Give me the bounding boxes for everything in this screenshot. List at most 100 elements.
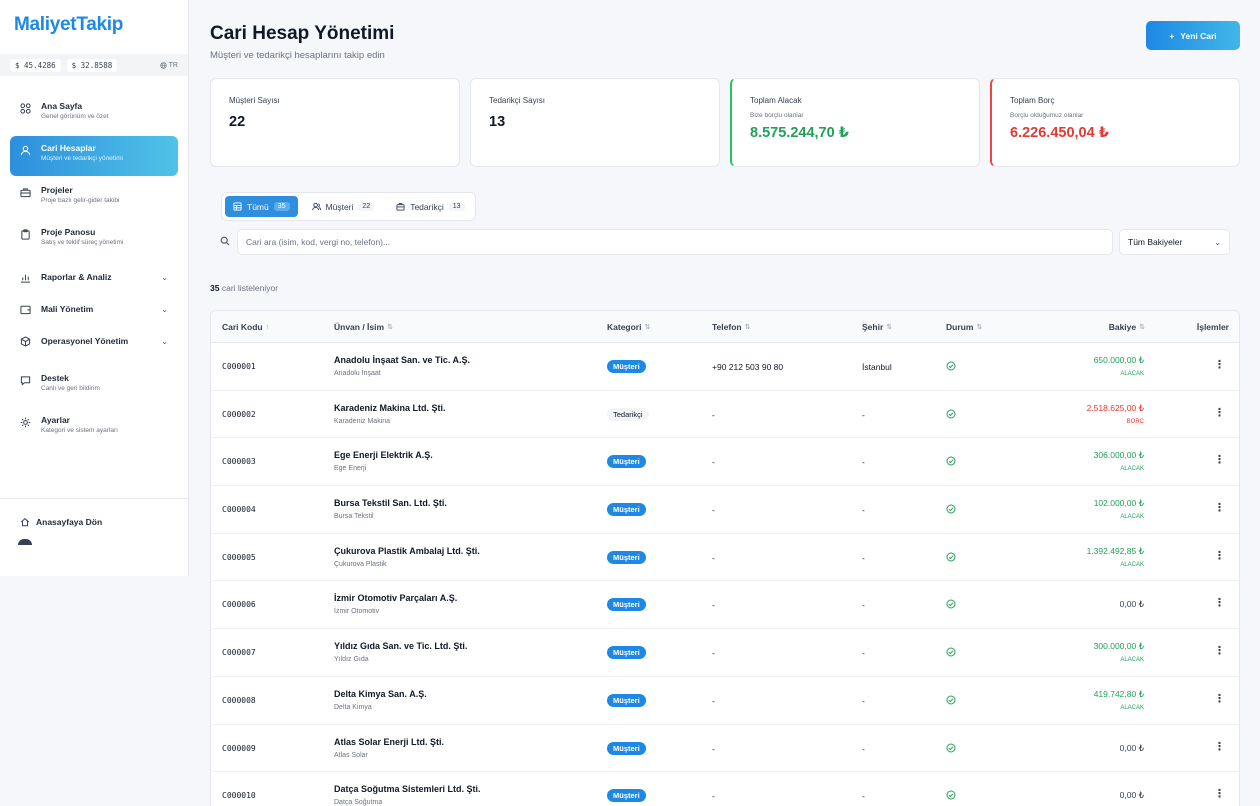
sidebar-item-settings[interactable]: Ayarlar Kategori ve sistem ayarları: [10, 408, 178, 448]
tab-label: Müşteri: [325, 201, 354, 212]
sidebar-item-label: Cari Hesaplar: [41, 143, 96, 153]
more-actions-icon[interactable]: ⋮: [1214, 644, 1225, 657]
balance-filter-select[interactable]: Tüm Bakiyeler ⌄: [1119, 229, 1230, 255]
table-icon: [233, 202, 242, 211]
column-header-city[interactable]: Şehir ⇅: [862, 322, 892, 332]
account-code: C000002: [222, 409, 256, 419]
new-account-button[interactable]: + Yeni Cari: [1146, 21, 1240, 50]
table-row[interactable]: C000002 Karadeniz Makina Ltd. Şti. Karaden…: [211, 391, 1239, 439]
balance-value: 102.000,00 ₺: [1093, 498, 1144, 509]
table-row[interactable]: C000007 Yıldız Gıda San. ve Tic. Ltd. Şti…: [211, 629, 1239, 677]
account-name[interactable]: Delta Kimya San. A.Ş.: [334, 689, 427, 699]
tab-all[interactable]: Tümü 35: [225, 196, 298, 217]
rate-usd: $ 45.4286: [10, 58, 61, 72]
column-header-balance[interactable]: Bakiye ⇅: [1109, 322, 1145, 332]
tab-label: Tümü: [247, 201, 269, 212]
table-row[interactable]: C000006 İzmir Otomotiv Parçaları A.Ş. İzmi…: [211, 581, 1239, 630]
table-row[interactable]: C000001 Anadolu İnşaat San. ve Tic. A.Ş. A…: [211, 343, 1239, 391]
account-short-name: İzmir Otomotiv: [334, 608, 380, 616]
column-header-status[interactable]: Durum ⇅: [946, 322, 982, 332]
back-home-link[interactable]: Anasayfaya Dön: [0, 498, 188, 545]
account-short-name: Datça Soğutma: [334, 799, 383, 806]
more-actions-icon[interactable]: ⋮: [1214, 596, 1225, 609]
tab-count: 22: [358, 202, 375, 211]
sidebar-group-finance[interactable]: Mali Yönetim ⌄: [10, 294, 178, 324]
account-name[interactable]: Yıldız Gıda San. ve Tic. Ltd. Şti.: [334, 641, 467, 651]
account-name[interactable]: Çukurova Plastik Ambalaj Ltd. Şti.: [334, 546, 480, 556]
phone-value: -: [712, 648, 715, 659]
account-name[interactable]: İzmir Otomotiv Parçaları A.Ş.: [334, 593, 457, 603]
balance-value: 300.000,00 ₺: [1093, 641, 1144, 652]
language-selector[interactable]: TR: [160, 62, 178, 69]
account-name[interactable]: Karadeniz Makina Ltd. Şti.: [334, 403, 446, 413]
account-name[interactable]: Bursa Tekstil San. Ltd. Şti.: [334, 498, 447, 508]
category-badge: Tedarikçi: [607, 407, 649, 421]
search-input[interactable]: [237, 229, 1113, 255]
table-row[interactable]: C000003 Ege Enerji Elektrik A.Ş. Ege Enerj…: [211, 438, 1239, 487]
phone-value: -: [712, 457, 715, 468]
tab-suppliers[interactable]: Tedarikçi 13: [388, 196, 472, 217]
balance-value: 650.000,00 ₺: [1093, 355, 1144, 365]
column-header-phone[interactable]: Telefon ⇅: [712, 322, 750, 332]
more-actions-icon[interactable]: ⋮: [1214, 453, 1225, 466]
account-short-name: Atlas Solar: [334, 751, 368, 759]
check-circle-icon: [946, 743, 956, 752]
table-row[interactable]: C000004 Bursa Tekstil San. Ltd. Şti. Bursa…: [211, 486, 1239, 534]
more-actions-icon[interactable]: ⋮: [1214, 501, 1225, 514]
app-logo[interactable]: MaliyetTakip: [14, 14, 123, 36]
table-row[interactable]: C000010 Datça Soğutma Sistemleri Ltd. Şti…: [211, 772, 1239, 806]
balance-value: 1.392.492,85 ₺: [1086, 545, 1144, 556]
sidebar-item-accounts[interactable]: Cari Hesaplar Müşteri ve tedarikçi yöneti…: [10, 136, 178, 176]
more-actions-icon[interactable]: ⋮: [1214, 692, 1225, 705]
more-actions-icon[interactable]: ⋮: [1214, 358, 1225, 371]
balance-value: 2.518.625,00 ₺: [1086, 402, 1144, 413]
sidebar-item-support[interactable]: Destek Canlı ve geri bildirim: [10, 366, 178, 406]
column-label: Telefon: [712, 322, 742, 332]
more-actions-icon[interactable]: ⋮: [1214, 549, 1225, 562]
account-name[interactable]: Ege Enerji Elektrik A.Ş.: [334, 450, 433, 460]
account-short-name: Yıldız Gıda: [334, 656, 369, 664]
more-actions-icon[interactable]: ⋮: [1214, 787, 1225, 800]
sort-icon: ⇅: [976, 324, 983, 331]
column-header-category[interactable]: Kategori ⇅: [607, 322, 650, 332]
sort-icon: ⇅: [644, 324, 651, 331]
chevron-down-icon: ⌄: [161, 336, 168, 346]
stat-card-receivable: Toplam Alacak Bize borçlu olanlar 8.575.…: [730, 78, 980, 167]
column-header-code[interactable]: Cari Kodu ↑: [222, 322, 269, 332]
column-header-name[interactable]: Ünvan / İsim ⇅: [334, 322, 393, 332]
table-row[interactable]: C000008 Delta Kimya San. A.Ş. Delta Kimya M…: [211, 677, 1239, 725]
city-value: -: [862, 552, 865, 563]
account-name[interactable]: Atlas Solar Enerji Ltd. Şti.: [334, 737, 444, 747]
sidebar-group-reports[interactable]: Raporlar & Analiz ⌄: [10, 262, 178, 292]
stat-label: Toplam Borç: [1010, 96, 1055, 105]
result-count-number: 35: [210, 283, 220, 293]
stat-label: Toplam Alacak: [750, 96, 802, 105]
balance-type: ALACAK: [1120, 466, 1144, 473]
globe-icon: [160, 61, 167, 69]
result-count-text: cari listeleniyor: [221, 283, 279, 293]
account-name[interactable]: Anadolu İnşaat San. ve Tic. A.Ş.: [334, 355, 470, 365]
sort-asc-icon: ↑: [265, 323, 270, 331]
account-code: C000004: [222, 505, 256, 515]
tab-count: 13: [448, 202, 465, 211]
tab-customers[interactable]: Müşteri 22: [304, 196, 383, 217]
check-circle-icon: [946, 361, 956, 371]
check-circle-icon: [946, 552, 956, 562]
avatar[interactable]: [18, 539, 32, 545]
table-row[interactable]: C000005 Çukurova Plastik Ambalaj Ltd. Şti…: [211, 534, 1239, 582]
stat-desc: Borçlu olduğumuz olanlar: [1010, 112, 1084, 119]
plus-icon: +: [1169, 30, 1175, 41]
sidebar-item-project-board[interactable]: Proje Panosu Satış ve teklif süreç yöneti…: [10, 220, 178, 260]
sidebar-item-label: Ayarlar: [41, 415, 70, 425]
chevron-down-icon: ⌄: [161, 304, 168, 314]
users-icon: [311, 202, 321, 211]
phone-value: -: [712, 791, 715, 802]
sidebar-group-operations[interactable]: Operasyonel Yönetim ⌄: [10, 326, 178, 356]
more-actions-icon[interactable]: ⋮: [1214, 740, 1225, 753]
table-row[interactable]: C000009 Atlas Solar Enerji Ltd. Şti. Atlas…: [211, 725, 1239, 773]
more-actions-icon[interactable]: ⋮: [1214, 406, 1225, 419]
sidebar-item-home[interactable]: Ana Sayfa Genel görünüm ve özet: [10, 94, 178, 134]
stat-label: Tedarikçi Sayısı: [489, 96, 546, 105]
account-name[interactable]: Datça Soğutma Sistemleri Ltd. Şti.: [334, 784, 481, 794]
sidebar-item-projects[interactable]: Projeler Proje bazlı gelir-gider takibi: [10, 178, 178, 218]
